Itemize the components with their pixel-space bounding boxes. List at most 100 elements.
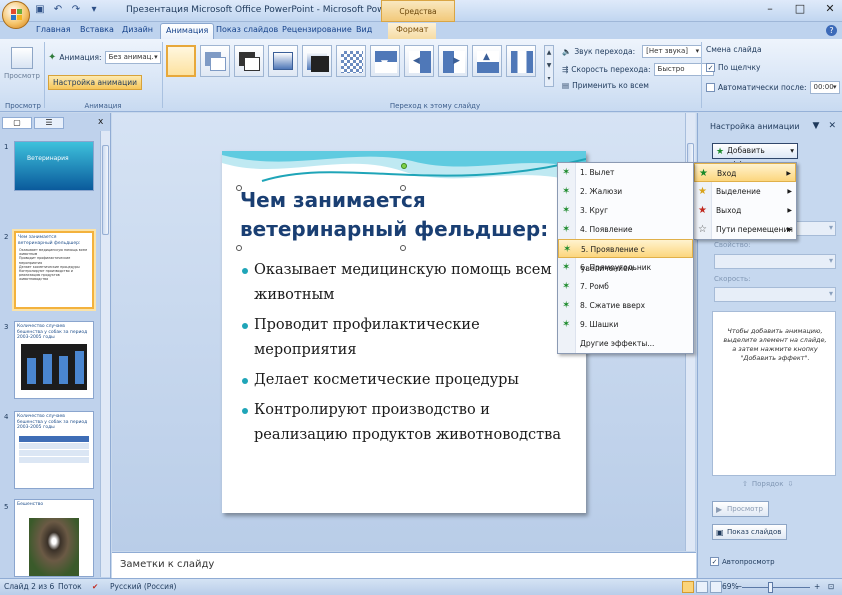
auto-time-input[interactable]: 00:00 [809, 81, 840, 94]
thumb-title: Бешенство [17, 502, 44, 507]
zoom-slider[interactable] [742, 587, 810, 588]
transition-wipe-left[interactable]: ◀ [404, 45, 434, 77]
scroll-thumb[interactable] [102, 145, 109, 235]
transition-dissolve[interactable] [336, 45, 366, 77]
auto-after-checkbox[interactable] [706, 83, 715, 92]
effect-star-icon: ✶ [562, 262, 571, 273]
zoom-slider-knob[interactable] [768, 582, 773, 593]
effect-diamond[interactable]: ✶ 7. Ромб [558, 277, 693, 296]
move-down-icon[interactable]: ⇩ [787, 480, 793, 488]
selection-handle[interactable] [236, 185, 242, 191]
notes-pane[interactable]: Заметки к слайду [112, 552, 696, 578]
current-slide[interactable]: Чем занимается ветеринарный фельдшер: Ок… [222, 151, 586, 513]
selection-handle[interactable] [400, 185, 406, 191]
slides-scrollbar[interactable] [100, 131, 110, 577]
speed-combo[interactable]: Быстро [653, 63, 714, 76]
transition-fade-black[interactable] [234, 45, 264, 77]
sound-combo[interactable]: [Нет звука] [642, 45, 703, 58]
language[interactable]: Русский (Россия) [110, 582, 176, 591]
slide-info: Слайд 2 из 6 [4, 582, 55, 591]
redo-icon[interactable]: ↷ [70, 4, 82, 16]
office-button[interactable] [2, 1, 30, 29]
undo-icon[interactable]: ↶ [52, 4, 64, 16]
effect-appear[interactable]: ✶ 4. Появление [558, 220, 693, 239]
play-button[interactable]: ▶ Просмотр [712, 501, 769, 517]
transition-wipe-right[interactable]: ▶ [438, 45, 468, 77]
animation-star-icon: ✦ [48, 52, 57, 63]
menu-item-exit[interactable]: ★ Выход ▶ [694, 201, 796, 220]
help-icon[interactable]: ? [826, 25, 837, 36]
effect-circle[interactable]: ✶ 3. Круг [558, 201, 693, 220]
menu-item-motion-path[interactable]: ☆ Пути перемещения ▶ [694, 220, 796, 239]
minimize-button[interactable]: – [762, 2, 778, 15]
slide-thumbnail-3[interactable]: Количество случаев бешенства у собак за … [14, 321, 94, 399]
pane-options-icon[interactable]: ▼ [813, 121, 820, 131]
slide-thumbnail-1[interactable]: Ветеринария [14, 141, 94, 191]
customize-icon[interactable]: ▾ [88, 4, 100, 16]
transition-cut-black[interactable] [302, 45, 332, 77]
effect-blinds[interactable]: ✶ 2. Жалюзи [558, 182, 693, 201]
preview-button[interactable]: Просмотр [4, 45, 40, 95]
tab-design[interactable]: Дизайн [122, 25, 153, 34]
slide-body[interactable]: Оказывает медицинскую помощь всем животн… [242, 258, 572, 453]
transition-cut[interactable] [268, 45, 298, 77]
tab-slideshow[interactable]: Показ слайдов [216, 25, 278, 34]
slideshow-button[interactable]: ▣ Показ слайдов [712, 524, 788, 540]
normal-view-icon[interactable] [682, 581, 694, 593]
tab-insert[interactable]: Вставка [80, 25, 114, 34]
tab-review[interactable]: Рецензирование [282, 25, 352, 34]
selection-handle[interactable] [236, 245, 242, 251]
spellcheck-icon[interactable]: ✔ [92, 582, 98, 591]
tab-animation[interactable]: Анимация [160, 23, 215, 40]
transition-wipe-down[interactable]: ▼ [370, 45, 400, 77]
theme-name[interactable]: Поток [58, 582, 82, 591]
zoom-in-icon[interactable]: + [814, 582, 820, 591]
rotation-handle[interactable] [401, 163, 407, 169]
effect-box[interactable]: ✶ 6. Прямоугольник [558, 258, 693, 277]
slide-thumbnail-5[interactable]: Бешенство [14, 499, 94, 577]
property-field[interactable] [714, 254, 836, 269]
animation-list[interactable]: Чтобы добавить анимацию, выделите элемен… [712, 311, 836, 476]
move-up-icon[interactable]: ⇧ [742, 480, 748, 488]
speed-field[interactable] [714, 287, 836, 302]
transition-none[interactable] [166, 45, 196, 77]
on-click-row[interactable]: ✓ По щелчку [706, 63, 760, 72]
apply-all-row[interactable]: ▤ Применить ко всем [562, 81, 649, 90]
transition-split[interactable] [506, 45, 536, 77]
fit-slide-icon[interactable]: ⊡ [828, 582, 834, 591]
pane-close-icon[interactable]: x [98, 117, 103, 127]
slideshow-view-icon[interactable] [710, 581, 722, 593]
effect-squeeze-up[interactable]: ✶ 8. Сжатие вверх [558, 296, 693, 315]
sorter-view-icon[interactable] [696, 581, 708, 593]
tab-home[interactable]: Главная [36, 25, 71, 34]
transition-wipe-up[interactable]: ▲ [472, 45, 502, 77]
thumb-line: Оказывает медицинскую помощь всем животн… [19, 248, 88, 257]
slides-tab-icon[interactable]: ▢ [2, 117, 32, 129]
tab-view[interactable]: Вид [356, 25, 372, 34]
effect-fly-in[interactable]: ✶ 1. Вылет [558, 163, 693, 182]
autopreview-row[interactable]: ✓ Автопросмотр [710, 557, 775, 566]
menu-item-entrance[interactable]: ★ Вход ▶ [694, 163, 796, 182]
slide-thumbnail-2[interactable]: Чем занимается ветеринарный фельдшер: Ок… [14, 231, 94, 309]
close-button[interactable]: ✕ [822, 2, 838, 15]
tab-format[interactable]: Формат [388, 23, 437, 39]
selection-handle[interactable] [400, 245, 406, 251]
gallery-scroll[interactable]: ▲ ▼ ▾ [544, 45, 554, 87]
effect-zoom-fade[interactable]: ✶ 5. Проявление с увеличением [558, 239, 693, 273]
outline-tab-icon[interactable]: ☰ [34, 117, 64, 129]
autopreview-label: Автопросмотр [722, 557, 775, 566]
pane-close-icon[interactable]: ✕ [828, 121, 836, 131]
add-effect-button[interactable]: ★ Добавить эффект ▾ [712, 143, 798, 169]
slide-thumbnail-4[interactable]: Количество случаев бешенства у собак за … [14, 411, 94, 489]
custom-animation-button[interactable]: Настройка анимации [48, 75, 142, 90]
maximize-button[interactable]: □ [792, 2, 808, 15]
effect-checkerboard[interactable]: ✶ 9. Шашки [558, 315, 693, 334]
on-click-checkbox[interactable]: ✓ [706, 63, 715, 72]
autopreview-checkbox[interactable]: ✓ [710, 557, 719, 566]
slide-title[interactable]: Чем занимается ветеринарный фельдшер: [240, 186, 570, 244]
effect-more[interactable]: Другие эффекты... [558, 334, 693, 353]
transition-fade[interactable] [200, 45, 230, 77]
menu-item-emphasis[interactable]: ★ Выделение ▶ [694, 182, 796, 201]
save-icon[interactable]: ▣ [34, 4, 46, 16]
animation-combo[interactable]: Без анимац. [104, 51, 161, 64]
